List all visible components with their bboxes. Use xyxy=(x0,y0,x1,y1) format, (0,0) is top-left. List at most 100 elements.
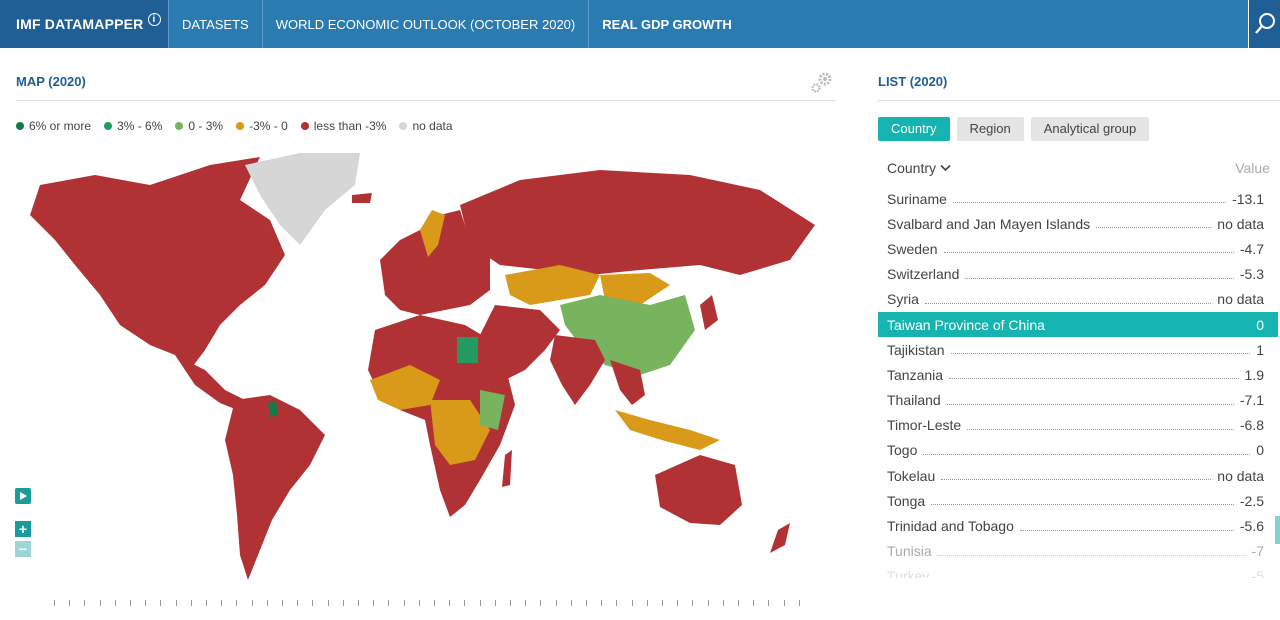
legend-item[interactable]: 6% or more xyxy=(16,119,91,133)
timeline-tick xyxy=(434,600,435,606)
list-row[interactable]: Svalbard and Jan Mayen Islands no data xyxy=(878,211,1278,236)
country-value: 1 xyxy=(1256,341,1264,358)
region-indonesia[interactable] xyxy=(615,410,720,450)
nav-datasets[interactable]: DATASETS xyxy=(169,0,263,48)
list-divider xyxy=(878,100,1280,101)
timeline-tick xyxy=(312,600,314,606)
region-australia[interactable] xyxy=(655,455,742,525)
region-madagascar[interactable] xyxy=(502,450,512,487)
list-row[interactable]: Suriname -13.1 xyxy=(878,186,1278,211)
value-column-header[interactable]: Value xyxy=(1235,160,1270,176)
country-value: -2.5 xyxy=(1239,492,1264,509)
settings-gear-icon[interactable] xyxy=(808,70,838,96)
timeline-tick xyxy=(418,600,420,606)
timeline-tick xyxy=(251,600,253,606)
list-row[interactable]: Tonga -2.5 xyxy=(878,488,1278,513)
country-name: Trinidad and Tobago xyxy=(887,518,1014,535)
region-south-america[interactable] xyxy=(225,395,325,580)
scrollbar-thumb[interactable] xyxy=(1275,516,1280,544)
dotted-leader xyxy=(923,453,1251,455)
list-row[interactable]: Tokelau no data xyxy=(878,463,1278,488)
country-value: -5 xyxy=(1251,568,1264,578)
dotted-leader xyxy=(941,479,1212,481)
region-north-america[interactable] xyxy=(30,157,285,370)
search-button[interactable] xyxy=(1248,0,1280,48)
dotted-leader xyxy=(1019,529,1234,531)
timeline-tick xyxy=(586,600,587,606)
legend-dot xyxy=(300,122,309,130)
country-value: no data xyxy=(1217,467,1264,484)
timeline-ticks[interactable] xyxy=(54,600,800,608)
zoom-in-button[interactable]: + xyxy=(15,521,31,537)
timeline-tick xyxy=(175,600,177,606)
country-value: no data xyxy=(1217,215,1264,232)
info-icon[interactable]: i xyxy=(147,12,161,26)
list-row[interactable]: Tanzania 1.9 xyxy=(878,362,1278,387)
list-row[interactable]: Togo 0 xyxy=(878,438,1278,463)
tab-analytical-group[interactable]: Analytical group xyxy=(1030,117,1150,141)
list-row[interactable]: Turkey -5 xyxy=(878,564,1278,578)
country-column-label: Country xyxy=(887,160,937,176)
country-name: Tokelau xyxy=(887,467,936,484)
map-title: MAP (2020) xyxy=(16,74,86,89)
legend-dot xyxy=(16,122,24,130)
legend-item[interactable]: 3% - 6% xyxy=(104,119,162,133)
top-nav-bar: IMF DATAMAPPER i DATASETS WORLD ECONOMIC… xyxy=(0,0,1280,48)
tab-region[interactable]: Region xyxy=(956,117,1024,141)
timeline-tick xyxy=(449,600,451,606)
world-map[interactable] xyxy=(0,145,840,595)
timeline-tick xyxy=(753,600,755,606)
timeline-tick xyxy=(464,600,466,606)
timeline-tick xyxy=(631,600,633,606)
region-iceland[interactable] xyxy=(352,193,372,203)
country-name: Turkey xyxy=(887,568,930,578)
region-india[interactable] xyxy=(550,335,605,405)
list-row[interactable]: Sweden -4.7 xyxy=(878,236,1278,261)
country-list: Suriname -13.1 Svalbard and Jan Mayen Isla… xyxy=(878,186,1278,578)
list-row[interactable]: Timor-Leste -6.8 xyxy=(878,413,1278,438)
timeline-tick xyxy=(677,600,679,606)
country-name: Taiwan Province of China xyxy=(887,316,1045,333)
tab-country[interactable]: Country xyxy=(878,117,950,141)
legend-item[interactable]: 0 - 3% xyxy=(175,119,223,133)
nav-world-economic-outlook[interactable]: WORLD ECONOMIC OUTLOOK (OCTOBER 2020) xyxy=(263,0,590,48)
legend-label: no data xyxy=(412,119,453,133)
country-value: -6.8 xyxy=(1239,417,1264,434)
country-sort-header[interactable]: Country xyxy=(887,160,951,176)
region-new-zealand[interactable] xyxy=(770,523,790,553)
list-row[interactable]: Thailand -7.1 xyxy=(878,388,1278,413)
timeline-tick xyxy=(373,600,375,606)
region-egypt[interactable] xyxy=(457,337,478,363)
list-row[interactable]: Tajikistan 1 xyxy=(878,337,1278,362)
list-row[interactable]: Tunisia -7 xyxy=(878,539,1278,564)
list-row[interactable]: Switzerland -5.3 xyxy=(878,262,1278,287)
country-name: Svalbard and Jan Mayen Islands xyxy=(887,215,1091,232)
legend-label: 6% or more xyxy=(29,119,92,133)
legend-dot xyxy=(175,122,184,130)
legend-item[interactable]: -3% - 0 xyxy=(236,119,288,133)
country-name: Syria xyxy=(887,291,919,308)
list-row[interactable]: Trinidad and Tobago -5.6 xyxy=(878,513,1278,538)
legend-label: less than -3% xyxy=(313,119,387,133)
country-value: -13.1 xyxy=(1232,190,1264,207)
timeline-tick xyxy=(783,600,785,606)
legend-label: -3% - 0 xyxy=(249,119,288,133)
play-button[interactable] xyxy=(15,488,31,504)
list-row[interactable]: Syria no data xyxy=(878,287,1278,312)
region-russia[interactable] xyxy=(460,170,815,275)
nav-real-gdp-growth[interactable]: REAL GDP GROWTH xyxy=(589,0,745,48)
legend-item[interactable]: less than -3% xyxy=(300,119,387,133)
timeline-tick xyxy=(798,600,800,606)
country-name: Sweden xyxy=(887,240,938,257)
legend-dot xyxy=(236,122,245,130)
zoom-in-label: + xyxy=(18,521,28,537)
legend-item[interactable]: no data xyxy=(399,119,453,133)
timeline-tick xyxy=(130,600,131,606)
brand-logo[interactable]: IMF DATAMAPPER i xyxy=(0,0,169,48)
zoom-out-button[interactable]: − xyxy=(15,541,31,557)
play-icon xyxy=(20,492,27,500)
timeline-tick xyxy=(84,600,86,606)
region-japan[interactable] xyxy=(700,295,718,330)
list-row[interactable]: Taiwan Province of China 0 xyxy=(878,311,1278,338)
timeline-tick xyxy=(221,600,223,606)
